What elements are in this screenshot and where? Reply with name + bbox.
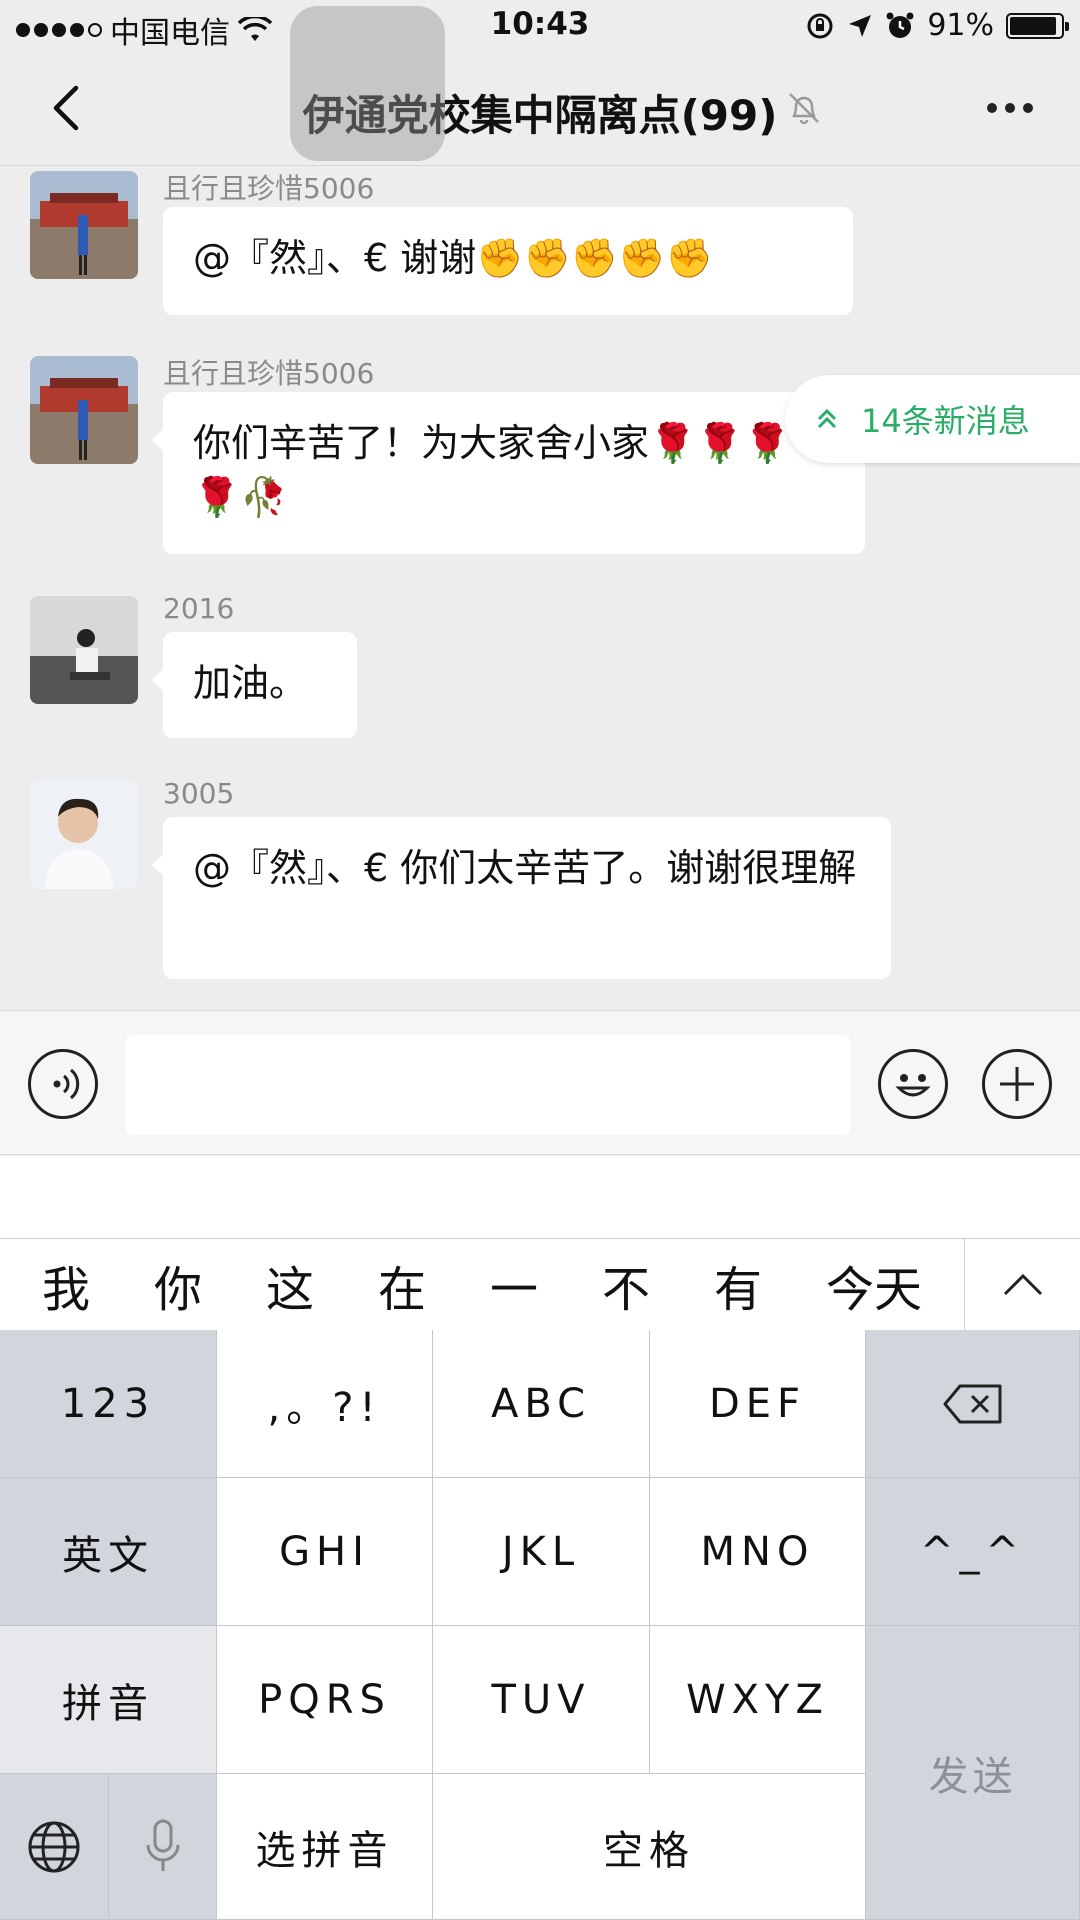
sender-name: 2016	[163, 592, 235, 625]
chevron-up-icon	[1003, 1273, 1042, 1296]
key-english[interactable]: 英文	[0, 1478, 217, 1626]
expand-candidates-button[interactable]	[964, 1239, 1080, 1331]
voice-input-button[interactable]	[28, 1049, 98, 1119]
message-bubble[interactable]: @『然』、€ 你们太辛苦了。谢谢很理解	[151, 817, 891, 979]
dictation-key[interactable]	[109, 1774, 217, 1920]
candidate-word[interactable]: 有	[714, 1250, 762, 1320]
message-bubble[interactable]: 加油。	[151, 632, 357, 738]
assistive-touch-button[interactable]	[290, 6, 445, 161]
new-messages-label: 14条新消息	[861, 402, 1030, 440]
microphone-icon	[146, 1819, 179, 1871]
avatar[interactable]	[30, 356, 138, 464]
more-options-button[interactable]	[980, 86, 1040, 130]
space-key[interactable]: 空格	[433, 1774, 866, 1920]
key-emoticon[interactable]: ^_^	[866, 1478, 1080, 1626]
battery-icon	[1006, 12, 1069, 39]
keyboard: 123 ,。?! ABC DEF 英文 GHI JKL MNO ^_^ 拼音 P…	[0, 1330, 1080, 1920]
candidate-word[interactable]: 不	[602, 1250, 650, 1320]
chat-header: 伊通党校集中隔离点(99)	[0, 54, 1080, 166]
keyboard-top-spacer	[0, 1156, 1080, 1238]
rotation-lock-icon	[807, 13, 833, 38]
key-select-pinyin[interactable]: 选拼音	[217, 1774, 433, 1920]
key-tuv[interactable]: TUV	[433, 1626, 650, 1774]
globe-key[interactable]	[0, 1774, 109, 1920]
battery-percent: 91%	[927, 8, 994, 43]
candidate-bar: 我 你 这 在 一 不 有 今天	[0, 1238, 1080, 1331]
key-ghi[interactable]: GHI	[217, 1478, 433, 1626]
avatar[interactable]	[30, 171, 138, 279]
key-def[interactable]: DEF	[650, 1330, 866, 1478]
key-abc[interactable]: ABC	[433, 1330, 650, 1478]
key-numbers[interactable]: 123	[0, 1330, 217, 1478]
input-bar	[0, 1010, 1080, 1155]
sender-name: 3005	[163, 777, 235, 810]
more-actions-button[interactable]	[982, 1049, 1052, 1119]
double-chevron-up-icon	[817, 408, 837, 429]
status-bar: 中国电信 10:43 91%	[0, 0, 1080, 54]
candidate-word[interactable]: 一	[490, 1250, 538, 1320]
voice-icon	[53, 1068, 80, 1100]
key-pinyin[interactable]: 拼音	[0, 1626, 217, 1774]
send-key[interactable]: 发送	[866, 1626, 1080, 1920]
new-messages-pill[interactable]: 14条新消息	[785, 375, 1080, 463]
backspace-key[interactable]	[866, 1330, 1080, 1478]
candidate-word[interactable]: 你	[154, 1250, 202, 1320]
key-pqrs[interactable]: PQRS	[217, 1626, 433, 1774]
message-input[interactable]	[126, 1035, 850, 1135]
key-wxyz[interactable]: WXYZ	[650, 1626, 866, 1774]
candidate-word[interactable]: 在	[378, 1250, 426, 1320]
key-punctuation[interactable]: ,。?!	[217, 1330, 433, 1478]
sender-name: 且行且珍惜5006	[163, 172, 375, 205]
avatar[interactable]	[30, 596, 138, 704]
backspace-icon	[943, 1384, 1001, 1423]
emoji-button[interactable]	[878, 1049, 948, 1119]
message-bubble[interactable]: 你们辛苦了！为大家舍小家🌹🌹🌹🌹🥀	[151, 392, 865, 554]
alarm-icon	[886, 12, 914, 38]
status-right: 91%	[805, 8, 1069, 43]
location-icon	[849, 14, 872, 37]
message-bubble[interactable]: @『然』、€ 谢谢✊✊✊✊✊	[163, 207, 853, 315]
plus-icon	[1000, 1067, 1034, 1101]
smiley-icon	[895, 1074, 931, 1097]
candidate-word[interactable]: 这	[266, 1250, 314, 1320]
sender-name: 且行且珍惜5006	[163, 357, 375, 390]
avatar[interactable]	[30, 781, 138, 889]
key-mno[interactable]: MNO	[650, 1478, 866, 1626]
globe-icon	[28, 1821, 80, 1872]
chat-messages[interactable]: 且行且珍惜5006 @『然』、€ 谢谢✊✊✊✊✊ 且行且珍惜5006 你们辛苦了…	[0, 167, 1080, 1010]
key-jkl[interactable]: JKL	[433, 1478, 650, 1626]
candidate-word[interactable]: 今天	[826, 1250, 922, 1320]
candidate-list: 我 你 这 在 一 不 有 今天	[0, 1239, 964, 1331]
candidate-word[interactable]: 我	[42, 1250, 90, 1320]
chat-title: 伊通党校集中隔离点(99)	[302, 91, 778, 140]
muted-bell-icon	[789, 93, 819, 125]
